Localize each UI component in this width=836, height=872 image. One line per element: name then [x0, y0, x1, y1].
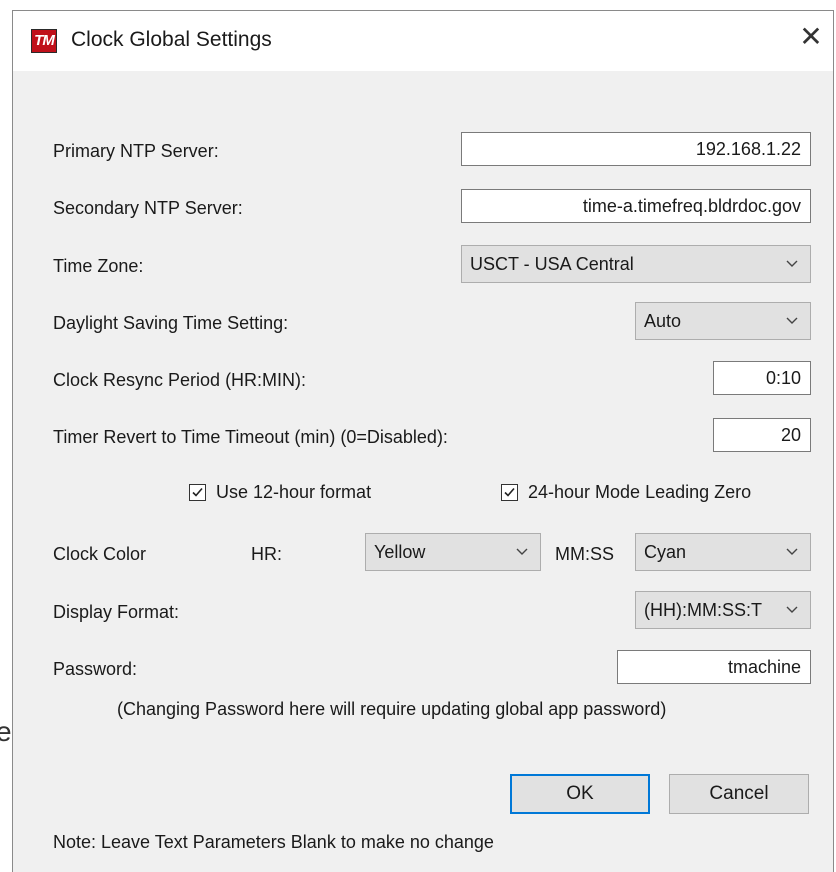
leading-zero-label: 24-hour Mode Leading Zero — [528, 481, 752, 502]
footer-note: Note: Leave Text Parameters Blank to mak… — [53, 832, 494, 852]
mmss-color-select[interactable]: Cyan — [635, 533, 811, 571]
checkbox-checked-icon — [501, 483, 518, 501]
mmss-color-value: Cyan — [644, 542, 687, 562]
timer-revert-input[interactable]: 20 — [713, 418, 811, 452]
chevron-down-icon — [786, 260, 798, 267]
checkbox-checked-icon — [189, 483, 206, 501]
timer-revert-label: Timer Revert to Time Timeout (min) (0=Di… — [53, 427, 448, 447]
hr-color-select[interactable]: Yellow — [365, 533, 541, 571]
window-title: Clock Global Settings — [71, 28, 272, 51]
use-12-hour-label: Use 12-hour format — [216, 481, 372, 502]
hr-color-value: Yellow — [374, 542, 426, 562]
time-zone-label: Time Zone: — [53, 256, 144, 276]
close-button[interactable]: ✕ — [791, 17, 831, 57]
password-label: Password: — [53, 659, 138, 679]
secondary-ntp-input[interactable]: time-a.timefreq.bldrdoc.gov — [461, 189, 811, 223]
chevron-down-icon — [786, 317, 798, 324]
primary-ntp-label: Primary NTP Server: — [53, 141, 219, 161]
chevron-down-icon — [786, 606, 798, 613]
time-zone-value: USCT - USA Central — [470, 254, 634, 274]
clock-color-label: Clock Color — [53, 544, 147, 564]
mmss-label: MM:SS — [555, 544, 615, 564]
app-logo-icon: TM — [31, 29, 57, 53]
resync-period-label: Clock Resync Period (HR:MIN): — [53, 370, 307, 390]
time-zone-select[interactable]: USCT - USA Central — [461, 245, 811, 283]
use-12-hour-checkbox[interactable]: Use 12-hour format — [189, 480, 371, 504]
chevron-down-icon — [516, 548, 528, 555]
dst-select[interactable]: Auto — [635, 302, 811, 340]
dst-label: Daylight Saving Time Setting: — [53, 313, 289, 333]
title-bar: TM Clock Global Settings ✕ — [13, 11, 833, 71]
display-format-select[interactable]: (HH):MM:SS:T — [635, 591, 811, 629]
cancel-button[interactable]: Cancel — [669, 774, 809, 814]
password-input[interactable]: tmachine — [617, 650, 811, 684]
primary-ntp-input[interactable]: 192.168.1.22 — [461, 132, 811, 166]
password-change-note: (Changing Password here will require upd… — [117, 699, 667, 719]
chevron-down-icon — [786, 548, 798, 555]
display-format-label: Display Format: — [53, 602, 180, 622]
background-text-fragment: e — [0, 716, 12, 747]
display-format-value: (HH):MM:SS:T — [644, 600, 762, 620]
clock-global-settings-dialog: TM Clock Global Settings ✕ Primary NTP S… — [12, 10, 834, 872]
dst-value: Auto — [644, 311, 682, 331]
ok-button[interactable]: OK — [510, 774, 650, 814]
hr-label: HR: — [251, 544, 282, 564]
leading-zero-checkbox[interactable]: 24-hour Mode Leading Zero — [501, 480, 751, 504]
resync-period-input[interactable]: 0:10 — [713, 361, 811, 395]
secondary-ntp-label: Secondary NTP Server: — [53, 198, 243, 218]
